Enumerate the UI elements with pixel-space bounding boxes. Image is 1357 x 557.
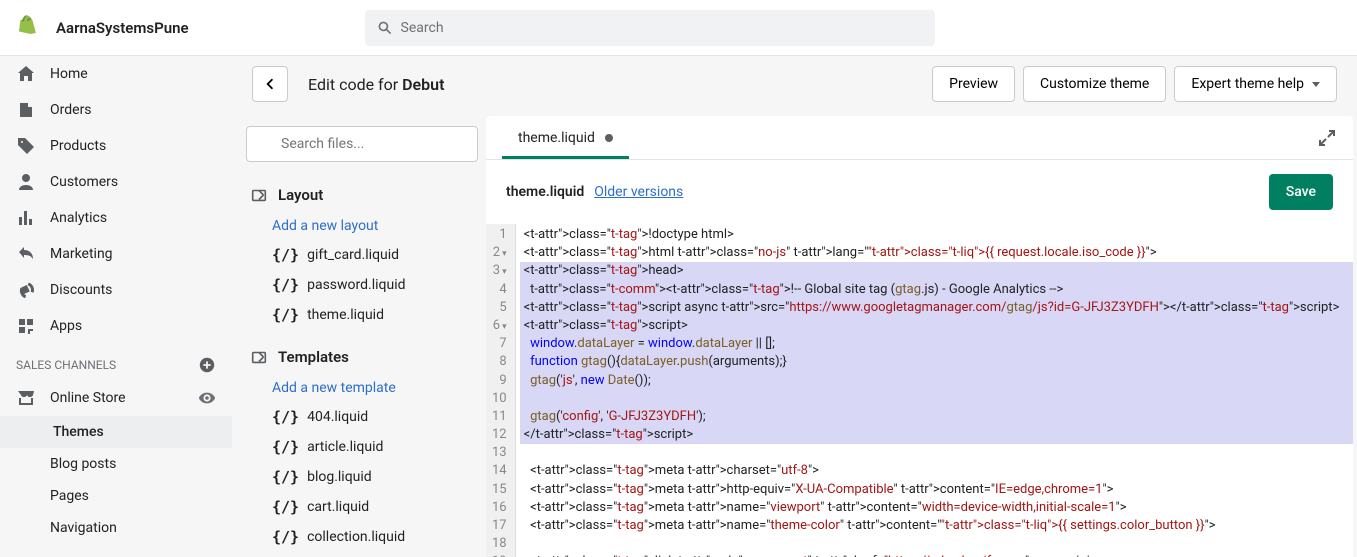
admin-sidebar: HomeOrdersProductsCustomersAnalyticsMark… [0, 56, 232, 557]
nav-icon [16, 100, 36, 120]
page-header: Edit code for Debut Preview Customize th… [232, 56, 1357, 112]
global-search[interactable]: Search [365, 10, 935, 46]
liquid-file-icon: {/} [272, 306, 299, 324]
file-collection-liquid[interactable]: {/}collection.liquid [246, 522, 478, 552]
nav-icon [16, 64, 36, 84]
folder-icon [250, 186, 268, 204]
file-password-liquid[interactable]: {/}password.liquid [246, 270, 478, 300]
store-name: AarnaSystemsPune [56, 19, 189, 37]
sidebar-item-online-store[interactable]: Online Store [0, 380, 232, 416]
tab-theme-liquid[interactable]: theme.liquid [502, 120, 629, 159]
code-editor: theme.liquid theme.liquid Older versions… [486, 116, 1353, 557]
file-browser: LayoutAdd a new layout{/}gift_card.liqui… [232, 112, 486, 557]
liquid-file-icon: {/} [272, 408, 299, 426]
expert-help-button[interactable]: Expert theme help [1174, 66, 1337, 102]
folder-icon [250, 348, 268, 366]
line-gutter: 1234567891011121314151617181920212223242… [486, 224, 516, 557]
file-404-liquid[interactable]: {/}404.liquid [246, 402, 478, 432]
sidebar-item-analytics[interactable]: Analytics [0, 200, 232, 236]
top-bar: AarnaSystemsPune Search [0, 0, 1357, 56]
chevron-down-icon [1312, 82, 1320, 87]
preview-button[interactable]: Preview [932, 66, 1015, 102]
file-section-templates[interactable]: Templates [246, 340, 478, 374]
shopify-logo-icon [16, 14, 40, 42]
search-placeholder: Search [401, 20, 444, 36]
add-new-templates[interactable]: Add a new template [246, 374, 478, 402]
code-area[interactable]: 1234567891011121314151617181920212223242… [486, 224, 1353, 557]
nav-icon [16, 244, 36, 264]
tab-bar: theme.liquid [486, 116, 1353, 160]
sidebar-sub-pages[interactable]: Pages [0, 480, 232, 512]
sidebar-sub-themes[interactable]: Themes [0, 416, 232, 448]
file-article-liquid[interactable]: {/}article.liquid [246, 432, 478, 462]
store-icon [16, 388, 36, 408]
liquid-file-icon: {/} [272, 276, 299, 294]
liquid-file-icon: {/} [272, 498, 299, 516]
file-search-input[interactable] [246, 126, 478, 162]
file-cart-liquid[interactable]: {/}cart.liquid [246, 492, 478, 522]
liquid-file-icon: {/} [272, 438, 299, 456]
sidebar-item-marketing[interactable]: Marketing [0, 236, 232, 272]
file-section-layout[interactable]: Layout [246, 178, 478, 212]
nav-icon [16, 208, 36, 228]
page-title: Edit code for Debut [308, 75, 444, 94]
sidebar-item-customers[interactable]: Customers [0, 164, 232, 200]
file-gift_card-liquid[interactable]: {/}gift_card.liquid [246, 240, 478, 270]
nav-icon [16, 316, 36, 336]
arrow-left-icon [261, 75, 279, 93]
customize-theme-button[interactable]: Customize theme [1023, 66, 1166, 102]
sidebar-item-apps[interactable]: Apps [0, 308, 232, 344]
liquid-file-icon: {/} [272, 528, 299, 546]
add-new-layout[interactable]: Add a new layout [246, 212, 478, 240]
liquid-file-icon: {/} [272, 468, 299, 486]
sidebar-sub-blog-posts[interactable]: Blog posts [0, 448, 232, 480]
nav-icon [16, 172, 36, 192]
view-store-icon[interactable] [198, 389, 216, 407]
sidebar-item-home[interactable]: Home [0, 56, 232, 92]
liquid-file-icon: {/} [272, 246, 299, 264]
save-button[interactable]: Save [1269, 174, 1333, 210]
code-content[interactable]: <t-attr">class="t-tag">!doctype html><t-… [516, 224, 1353, 557]
file-blog-liquid[interactable]: {/}blog.liquid [246, 462, 478, 492]
back-button[interactable] [252, 66, 288, 102]
sidebar-item-products[interactable]: Products [0, 128, 232, 164]
sidebar-sub-navigation[interactable]: Navigation [0, 512, 232, 544]
sidebar-item-orders[interactable]: Orders [0, 92, 232, 128]
unsaved-indicator-icon [605, 134, 613, 142]
main-content: Edit code for Debut Preview Customize th… [232, 56, 1357, 557]
sales-channels-header: SALES CHANNELS [0, 344, 232, 380]
file-theme-liquid[interactable]: {/}theme.liquid [246, 300, 478, 330]
file-header: theme.liquid Older versions Save [486, 160, 1353, 224]
nav-icon [16, 136, 36, 156]
expand-icon[interactable] [1317, 128, 1337, 148]
search-icon [377, 20, 393, 36]
sidebar-item-discounts[interactable]: Discounts [0, 272, 232, 308]
older-versions-link[interactable]: Older versions [594, 184, 683, 200]
file-name: theme.liquid [506, 184, 584, 200]
add-channel-icon[interactable] [198, 356, 216, 374]
nav-icon [16, 280, 36, 300]
